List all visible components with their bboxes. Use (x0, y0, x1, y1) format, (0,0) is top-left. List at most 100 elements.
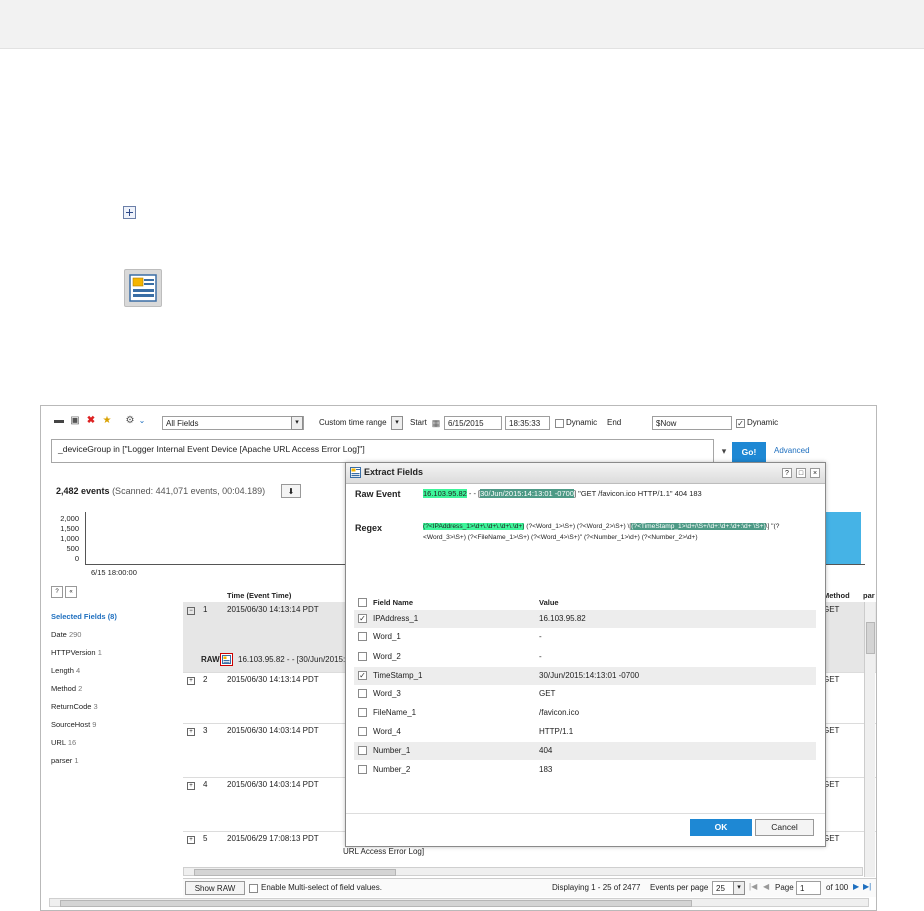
field-row[interactable]: ✓ TimeStamp_1 30/Jun/2015:14:13:01 -0700 (354, 667, 816, 685)
collapse-row-icon[interactable]: − (187, 607, 195, 615)
field-row[interactable]: Word_4 HTTP/1.1 (354, 723, 816, 741)
fields-grid-header: Field Name Value (354, 595, 816, 609)
field-name: Date (51, 630, 67, 639)
sidebar-field-url[interactable]: URL 16 (51, 738, 76, 747)
field-checkbox[interactable]: ✓ (358, 614, 367, 623)
download-button[interactable]: ⬇ (281, 484, 301, 498)
folder-icon[interactable]: ▬ (54, 416, 64, 426)
field-row[interactable]: Word_1 - (354, 628, 816, 646)
events-per-page-label: Events per page (650, 883, 709, 892)
ok-button[interactable]: OK (690, 819, 752, 836)
selected-fields-title[interactable]: Selected Fields (8) (51, 612, 117, 621)
end-input[interactable]: $Now (652, 416, 732, 430)
field-name: SourceHost (51, 720, 91, 729)
column-header-parser[interactable]: par (863, 591, 875, 600)
time-range-dropdown-icon[interactable]: ▾ (391, 416, 403, 430)
multi-select-checkbox[interactable] (249, 884, 258, 893)
field-row[interactable]: FileName_1 /favicon.ico (354, 704, 816, 722)
field-row[interactable]: Number_1 404 (354, 742, 816, 760)
scrollbar-thumb[interactable] (866, 622, 875, 654)
sidebar-field-httpversion[interactable]: HTTPVersion 1 (51, 648, 102, 657)
field-select[interactable]: All Fields (162, 416, 304, 430)
collapse-sidebar-icon[interactable]: « (65, 586, 77, 598)
sidebar-field-date[interactable]: Date 290 (51, 630, 81, 639)
scrollbar-thumb[interactable] (60, 900, 692, 907)
end-dynamic-label: Dynamic (747, 418, 779, 427)
expand-row-icon[interactable]: + (187, 677, 195, 685)
gear-icon[interactable]: ⚙ (125, 416, 135, 426)
extract-fields-small-icon[interactable] (220, 653, 233, 666)
expand-plus-icon (123, 206, 136, 219)
start-time-input[interactable]: 18:35:33 (505, 416, 550, 430)
results-vertical-scrollbar[interactable] (864, 602, 875, 877)
sidebar-field-length[interactable]: Length 4 (51, 666, 80, 675)
start-dynamic-checkbox[interactable] (555, 419, 564, 428)
row-time: 2015/06/30 14:13:14 PDT (227, 675, 319, 684)
dialog-header: Extract Fields ? □ × (346, 463, 825, 484)
calendar-icon[interactable]: ▦ (431, 418, 441, 428)
sidebar-field-sourcehost[interactable]: SourceHost 9 (51, 720, 96, 729)
next-page-icon[interactable]: ▶ (853, 882, 859, 891)
go-button[interactable]: Go! (732, 442, 766, 462)
sidebar-field-parser[interactable]: parser 1 (51, 756, 79, 765)
chevron-down-icon[interactable]: ⌄ (137, 416, 147, 426)
help-icon[interactable]: ? (782, 468, 792, 478)
column-header-method[interactable]: Method (823, 591, 850, 600)
sidebar-field-returncode[interactable]: ReturnCode 3 (51, 702, 98, 711)
results-horizontal-scrollbar[interactable] (183, 867, 863, 876)
field-checkbox[interactable] (358, 746, 367, 755)
save-icon[interactable]: ▣ (70, 416, 80, 426)
select-all-checkbox[interactable] (358, 598, 367, 607)
field-select-dropdown-icon[interactable]: ▾ (291, 416, 303, 430)
field-checkbox[interactable] (358, 652, 367, 661)
start-dynamic-label: Dynamic (566, 418, 598, 427)
help-icon[interactable]: ? (51, 586, 63, 598)
field-checkbox[interactable] (358, 765, 367, 774)
maximize-icon[interactable]: □ (796, 468, 806, 478)
events-per-page-select[interactable]: 25 (712, 881, 734, 895)
field-name: Length (51, 666, 74, 675)
first-page-icon[interactable]: |◀ (749, 882, 757, 891)
field-checkbox[interactable] (358, 632, 367, 641)
advanced-link[interactable]: Advanced (774, 446, 810, 455)
prev-page-icon[interactable]: ◀ (763, 882, 769, 891)
field-checkbox[interactable] (358, 689, 367, 698)
field-checkbox[interactable] (358, 708, 367, 717)
search-query-input[interactable]: _deviceGroup in ["Logger Internal Event … (51, 439, 714, 463)
field-count: 9 (92, 720, 97, 729)
field-name: Word_1 (373, 632, 401, 641)
field-row[interactable]: Number_2 183 (354, 761, 816, 779)
sidebar-field-method[interactable]: Method 2 (51, 684, 82, 693)
field-row[interactable]: Word_2 - (354, 648, 816, 666)
delete-icon[interactable]: ✖ (86, 416, 96, 426)
page-horizontal-scrollbar[interactable] (49, 898, 869, 907)
field-row[interactable]: ✓ IPAddress_1 16.103.95.82 (354, 610, 816, 628)
cancel-button[interactable]: Cancel (755, 819, 814, 836)
regex-text[interactable]: (?<IPAddress_1>\d+\.\d+\.\d+\.\d+) (?<Wo… (423, 521, 813, 543)
star-icon[interactable]: ★ (102, 416, 112, 426)
end-dynamic-checkbox[interactable]: ✓ (736, 419, 745, 428)
show-raw-button[interactable]: Show RAW (185, 881, 245, 895)
close-icon[interactable]: × (810, 468, 820, 478)
page-input[interactable]: 1 (796, 881, 821, 895)
expand-row-icon[interactable]: + (187, 728, 195, 736)
histogram-bar[interactable] (823, 512, 861, 564)
field-checkbox[interactable] (358, 727, 367, 736)
regex-label: Regex (355, 523, 383, 533)
field-checkbox[interactable]: ✓ (358, 671, 367, 680)
events-summary: 2,482 events (Scanned: 441,071 events, 0… (56, 486, 265, 496)
regex-timestamp-group: (?<TimeStamp_1>\d+/\S+/\d+:\d+:\d+:\d+ \… (631, 523, 766, 530)
field-value: /favicon.ico (539, 708, 580, 717)
column-header-time[interactable]: Time (Event Time) (227, 591, 291, 600)
start-label: Start (410, 418, 427, 427)
per-page-dropdown-icon[interactable]: ▾ (733, 881, 745, 895)
field-row[interactable]: Word_3 GET (354, 685, 816, 703)
expand-row-icon[interactable]: + (187, 836, 195, 844)
last-page-icon[interactable]: ▶| (863, 882, 871, 891)
scrollbar-thumb[interactable] (194, 869, 396, 876)
page-total: of 100 (826, 883, 849, 892)
query-history-dropdown-icon[interactable]: ▾ (719, 446, 729, 456)
expand-row-icon[interactable]: + (187, 782, 195, 790)
time-range-select[interactable]: Custom time range (319, 416, 387, 430)
start-date-input[interactable]: 6/15/2015 (444, 416, 502, 430)
